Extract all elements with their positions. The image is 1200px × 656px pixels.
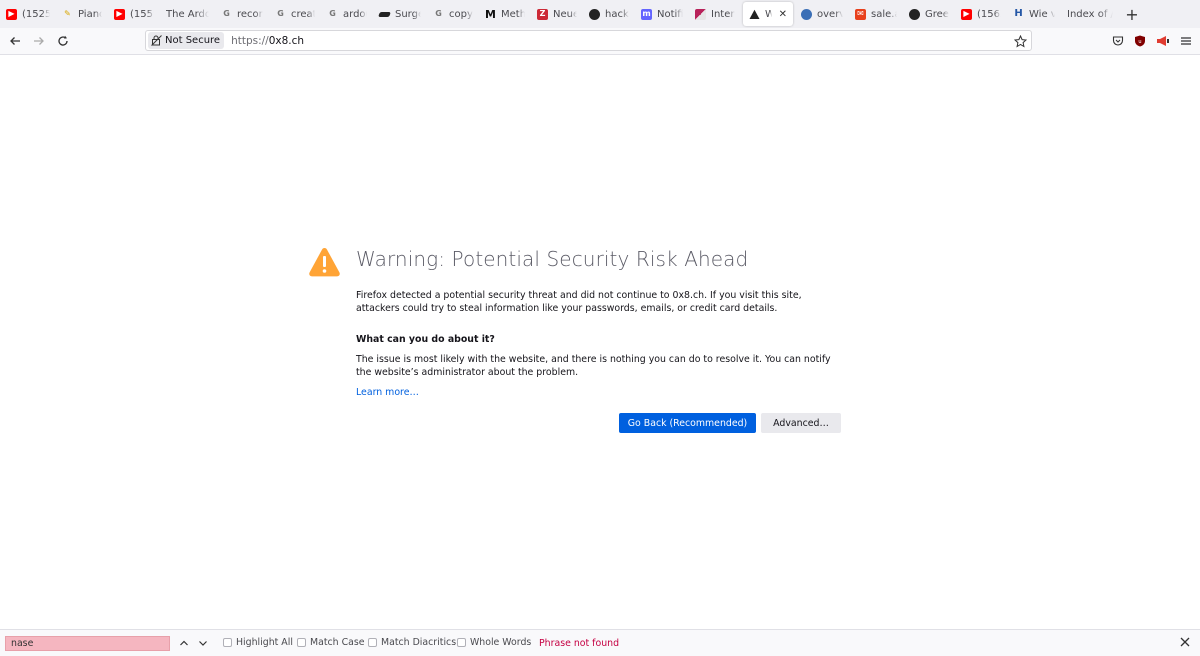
github-icon [909,8,920,20]
reload-button[interactable] [51,29,75,53]
highlight-all-option[interactable]: Highlight All [223,637,293,648]
what-can-you-do-heading: What can you do about it? [356,334,495,345]
match-diacritics-option[interactable]: Match Diacritics [368,637,456,648]
tab-google-copy[interactable]: G copy [427,0,479,28]
tab-github-hacker[interactable]: hacker [583,0,635,28]
warning-triangle-icon [309,248,340,277]
tab-warning-active[interactable]: War ✕ [743,2,793,26]
forward-button[interactable] [27,29,51,53]
tab-mastodon-notifications[interactable]: m Notific [635,0,689,28]
arrow-right-icon [34,37,44,45]
navigation-toolbar: Not Secure https://0x8.ch u [0,28,1200,55]
zotero-icon: Z [537,8,548,20]
svg-text:u: u [1138,39,1141,45]
youtube-icon: ▶ [6,8,17,20]
tab-piano[interactable]: ✎ Piano [56,0,108,28]
tab-the-ardour[interactable]: The Ardo [160,0,215,28]
url-bar[interactable]: Not Secure https://0x8.ch [145,30,1032,51]
google-icon: G [223,9,230,18]
chevron-up-icon [180,640,188,646]
surge-icon [378,11,391,17]
find-bar: Highlight All Match Case Match Diacritic… [0,629,1200,656]
google-icon: G [435,9,442,18]
tab-google-ardour[interactable]: G ardou [321,0,373,28]
overview-icon [801,8,812,20]
pencil-icon: ✎ [64,9,71,18]
page-title: Warning: Potential Security Risk Ahead [356,247,749,271]
match-case-label: Match Case [310,637,365,648]
youtube-icon: ▶ [961,8,972,20]
tab-youtube-1562[interactable]: ▶ (1562) [955,0,1007,28]
url-text[interactable]: https://0x8.ch [231,35,304,47]
url-host: 0x8.ch [268,34,305,47]
chevron-down-icon [199,641,207,646]
megaphone-extension-icon[interactable] [1156,32,1170,51]
match-diacritics-checkbox[interactable] [368,638,377,647]
tab-overview[interactable]: overvi [795,0,849,28]
find-input[interactable] [5,636,170,651]
intro-text: Firefox detected a potential security th… [356,290,802,314]
security-label: Not Secure [165,35,221,46]
close-findbar-icon[interactable] [1180,637,1190,650]
learn-more-link[interactable]: Learn more… [356,387,419,398]
bookmark-star-icon[interactable] [1013,33,1028,52]
tab-google-create[interactable]: G creat [269,0,321,28]
highlight-all-checkbox[interactable] [223,638,232,647]
whole-words-checkbox[interactable] [457,638,466,647]
tab-youtube-1559[interactable]: ▶ (1559) [108,0,160,28]
mastodon-icon: m [641,8,652,20]
tab-surge[interactable]: Surge [373,0,427,28]
advanced-button[interactable]: Advanced… [761,413,841,433]
youtube-icon: ▶ [114,8,125,20]
back-button[interactable] [3,29,27,53]
tab-zotero-neuer[interactable]: Z Neuer [531,0,583,28]
tab-index-of[interactable]: Index of / [1061,0,1119,28]
warning-triangle-icon [749,9,760,20]
match-case-checkbox[interactable] [297,638,306,647]
arrow-left-icon [10,37,20,45]
highlight-all-label: Highlight All [236,637,293,648]
tab-wie-viel[interactable]: H Wie vi [1007,0,1061,28]
find-previous-button[interactable] [177,636,191,650]
security-indicator[interactable]: Not Secure [148,32,225,49]
match-case-option[interactable]: Match Case [297,637,365,648]
google-icon: G [277,9,284,18]
url-protocol: https:// [231,34,269,47]
explanation-text: The issue is most likely with the websit… [356,354,831,378]
insecure-lock-icon [151,35,162,46]
find-next-button[interactable] [196,636,210,650]
h-icon: H [1014,8,1023,19]
google-icon: G [329,9,336,18]
pocket-icon[interactable] [1112,32,1124,51]
tab-sale[interactable]: ✉ sale.al [849,0,903,28]
match-diacritics-label: Match Diacritics [381,637,457,648]
tab-github-greetings[interactable]: Greeti [903,0,955,28]
close-tab-icon[interactable]: ✕ [779,9,787,20]
new-tab-button[interactable]: + [1119,0,1145,28]
tab-youtube-1525[interactable]: ▶ (1525) [0,0,56,28]
hamburger-menu-icon[interactable] [1180,32,1192,51]
mail-icon: ✉ [855,8,866,20]
tab-medium-method[interactable]: M Metho [479,0,531,28]
whole-words-option[interactable]: Whole Words [457,637,531,648]
reload-icon [58,35,68,46]
find-status: Phrase not found [539,638,620,649]
tab-strip: ▶ (1525) ✎ Piano ▶ (1559) The Ardo G rec… [0,0,1200,28]
intervals-icon [695,8,706,20]
go-back-button[interactable]: Go Back (Recommended) [619,413,756,433]
github-icon [589,8,600,20]
whole-words-label: Whole Words [470,637,532,648]
medium-icon: M [485,7,496,21]
tab-google-record[interactable]: G record [215,0,269,28]
toolbar-right: u [1112,28,1192,54]
ublock-shield-icon[interactable]: u [1134,32,1146,51]
tab-interview[interactable]: Interv [689,0,741,28]
